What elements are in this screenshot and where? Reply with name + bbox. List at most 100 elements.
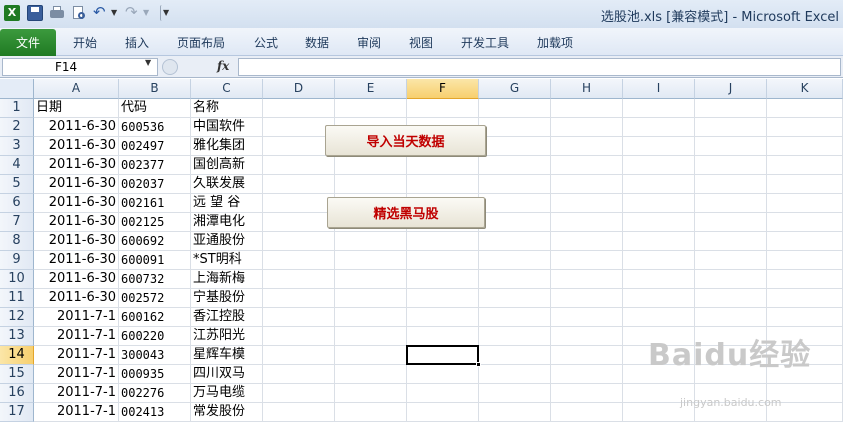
cell-g10[interactable] (479, 270, 551, 289)
cell-a12[interactable]: 2011-7-1 (34, 308, 119, 327)
cell-g6[interactable] (479, 194, 551, 213)
cell-c7[interactable]: 湘潭电化 (191, 213, 263, 232)
cell-f10[interactable] (407, 270, 479, 289)
tab-developer[interactable]: 开发工具 (461, 34, 509, 51)
cell-d13[interactable] (263, 327, 335, 346)
cell-j2[interactable] (695, 118, 767, 137)
cell-j5[interactable] (695, 175, 767, 194)
row-header-3[interactable]: 3 (0, 137, 34, 156)
cell-d9[interactable] (263, 251, 335, 270)
cell-d6[interactable] (263, 194, 335, 213)
cell-h13[interactable] (551, 327, 623, 346)
cell-a6[interactable]: 2011-6-30 (34, 194, 119, 213)
tab-home[interactable]: 开始 (73, 34, 97, 51)
cell-b14[interactable]: 300043 (119, 346, 191, 365)
cell-a14[interactable]: 2011-7-1 (34, 346, 119, 365)
cell-a4[interactable]: 2011-6-30 (34, 156, 119, 175)
row-header-4[interactable]: 4 (0, 156, 34, 175)
cell-a7[interactable]: 2011-6-30 (34, 213, 119, 232)
cell-i11[interactable] (623, 289, 695, 308)
cell-f1[interactable] (407, 99, 479, 118)
fill-handle[interactable] (476, 362, 481, 367)
cell-e8[interactable] (335, 232, 407, 251)
row-header-8[interactable]: 8 (0, 232, 34, 251)
row-header-7[interactable]: 7 (0, 213, 34, 232)
column-header-e[interactable]: E (335, 79, 407, 99)
cell-a3[interactable]: 2011-6-30 (34, 137, 119, 156)
cell-i2[interactable] (623, 118, 695, 137)
cell-i8[interactable] (623, 232, 695, 251)
cell-d11[interactable] (263, 289, 335, 308)
cell-a2[interactable]: 2011-6-30 (34, 118, 119, 137)
cell-k2[interactable] (767, 118, 843, 137)
cell-b1[interactable]: 代码 (119, 99, 191, 118)
cell-a17[interactable]: 2011-7-1 (34, 403, 119, 422)
cell-g17[interactable] (479, 403, 551, 422)
cell-d17[interactable] (263, 403, 335, 422)
cell-g9[interactable] (479, 251, 551, 270)
row-header-9[interactable]: 9 (0, 251, 34, 270)
cell-f17[interactable] (407, 403, 479, 422)
cell-j9[interactable] (695, 251, 767, 270)
cell-b17[interactable]: 002413 (119, 403, 191, 422)
tab-review[interactable]: 审阅 (357, 34, 381, 51)
insert-function-icon[interactable]: fx (217, 59, 229, 73)
row-header-5[interactable]: 5 (0, 175, 34, 194)
cell-a10[interactable]: 2011-6-30 (34, 270, 119, 289)
cell-i9[interactable] (623, 251, 695, 270)
cell-k9[interactable] (767, 251, 843, 270)
cell-h11[interactable] (551, 289, 623, 308)
cell-d10[interactable] (263, 270, 335, 289)
tab-addins[interactable]: 加载项 (537, 34, 573, 51)
cell-i3[interactable] (623, 137, 695, 156)
tab-file[interactable]: 文件 (0, 29, 56, 56)
cell-d4[interactable] (263, 156, 335, 175)
cell-a5[interactable]: 2011-6-30 (34, 175, 119, 194)
cell-b10[interactable]: 600732 (119, 270, 191, 289)
cell-e1[interactable] (335, 99, 407, 118)
cell-g3[interactable] (479, 137, 551, 156)
column-header-f[interactable]: F (407, 79, 479, 99)
cell-g4[interactable] (479, 156, 551, 175)
cell-f11[interactable] (407, 289, 479, 308)
cell-h6[interactable] (551, 194, 623, 213)
cell-d16[interactable] (263, 384, 335, 403)
cell-h3[interactable] (551, 137, 623, 156)
cell-i10[interactable] (623, 270, 695, 289)
cell-g13[interactable] (479, 327, 551, 346)
cell-i6[interactable] (623, 194, 695, 213)
row-header-1[interactable]: 1 (0, 99, 34, 118)
cell-c3[interactable]: 雅化集团 (191, 137, 263, 156)
cell-c11[interactable]: 宁基股份 (191, 289, 263, 308)
cell-c17[interactable]: 常发股份 (191, 403, 263, 422)
cell-b11[interactable]: 002572 (119, 289, 191, 308)
cell-g12[interactable] (479, 308, 551, 327)
cell-a15[interactable]: 2011-7-1 (34, 365, 119, 384)
cell-h16[interactable] (551, 384, 623, 403)
column-header-g[interactable]: G (479, 79, 551, 99)
cell-b12[interactable]: 600162 (119, 308, 191, 327)
cell-e11[interactable] (335, 289, 407, 308)
select-dark-horse-button[interactable]: 精选黑马股 (327, 197, 485, 228)
cell-b8[interactable]: 600692 (119, 232, 191, 251)
cell-b4[interactable]: 002377 (119, 156, 191, 175)
row-header-2[interactable]: 2 (0, 118, 34, 137)
cell-f4[interactable] (407, 156, 479, 175)
cell-c13[interactable]: 江苏阳光 (191, 327, 263, 346)
column-header-h[interactable]: H (551, 79, 623, 99)
import-today-data-button[interactable]: 导入当天数据 (325, 125, 486, 156)
row-header-10[interactable]: 10 (0, 270, 34, 289)
column-header-d[interactable]: D (263, 79, 335, 99)
cell-g5[interactable] (479, 175, 551, 194)
cell-d15[interactable] (263, 365, 335, 384)
cell-h10[interactable] (551, 270, 623, 289)
cell-e17[interactable] (335, 403, 407, 422)
cell-j4[interactable] (695, 156, 767, 175)
tab-insert[interactable]: 插入 (125, 34, 149, 51)
cell-g7[interactable] (479, 213, 551, 232)
cell-c4[interactable]: 国创高新 (191, 156, 263, 175)
cell-b16[interactable]: 002276 (119, 384, 191, 403)
name-box[interactable]: F14 (2, 58, 158, 76)
cell-e14[interactable] (335, 346, 407, 365)
cell-k8[interactable] (767, 232, 843, 251)
